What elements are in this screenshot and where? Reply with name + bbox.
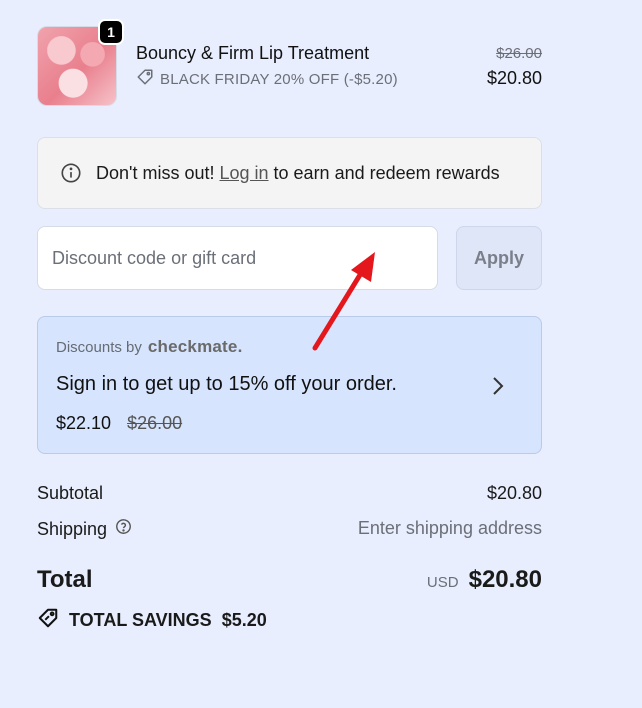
offer-original-price: $26.00 <box>127 413 183 433</box>
product-discount: BLACK FRIDAY 20% OFF (-$5.20) <box>136 68 398 90</box>
original-price: $26.00 <box>496 45 542 62</box>
product-title: Bouncy & Firm Lip Treatment <box>136 43 370 63</box>
info-icon <box>60 162 82 184</box>
discounts-by-label: Discounts by <box>56 339 142 356</box>
offer-price: $22.10 $26.00 <box>56 413 182 434</box>
currency-code: USD <box>426 574 459 591</box>
checkmate-logo: checkmate. <box>147 337 243 356</box>
shipping-value: Enter shipping address <box>357 518 542 538</box>
subtotal-row: Subtotal $20.80 <box>37 483 542 504</box>
total-savings: TOTAL SAVINGS $5.20 <box>37 607 267 634</box>
offer-headline: Sign in to get up to 15% off your order. <box>56 373 397 395</box>
total-label: Total <box>37 566 93 593</box>
savings-label: TOTAL SAVINGS <box>69 610 212 630</box>
total-value: $20.80 <box>468 566 542 593</box>
help-icon[interactable] <box>115 518 132 540</box>
discount-label: BLACK FRIDAY 20% OFF (-$5.20) <box>160 70 398 88</box>
line-item: 1 Bouncy & Firm Lip Treatment BLACK FRID… <box>37 19 542 106</box>
chevron-right-icon <box>491 375 505 402</box>
offer-discounted-price: $22.10 <box>56 413 112 433</box>
tag-icon <box>136 68 154 90</box>
checkmate-attribution: Discounts by checkmate. <box>56 337 243 357</box>
annotation-arrow-icon <box>312 252 375 351</box>
banner-text: Don't miss out! <box>96 162 215 183</box>
total-amount: USD $20.80 <box>427 566 542 594</box>
quantity-badge: 1 <box>98 19 124 45</box>
product-price: $20.80 <box>486 68 542 88</box>
subtotal-label: Subtotal <box>37 483 104 503</box>
subtotal-value: $20.80 <box>486 483 542 503</box>
savings-value: $5.20 <box>221 610 267 630</box>
savings-tag-icon <box>37 607 59 634</box>
checkmate-offer-card[interactable]: Discounts by checkmate. Sign in to get u… <box>37 316 542 454</box>
rewards-banner: Don't miss out! Log in to earn and redee… <box>37 137 542 209</box>
shipping-label: Shipping <box>37 518 108 539</box>
banner-text-end: to earn and redeem rewards <box>273 162 500 183</box>
shipping-row: Shipping Enter shipping address <box>37 518 542 540</box>
login-link[interactable]: Log in <box>219 163 268 184</box>
apply-button[interactable]: Apply <box>456 226 542 290</box>
